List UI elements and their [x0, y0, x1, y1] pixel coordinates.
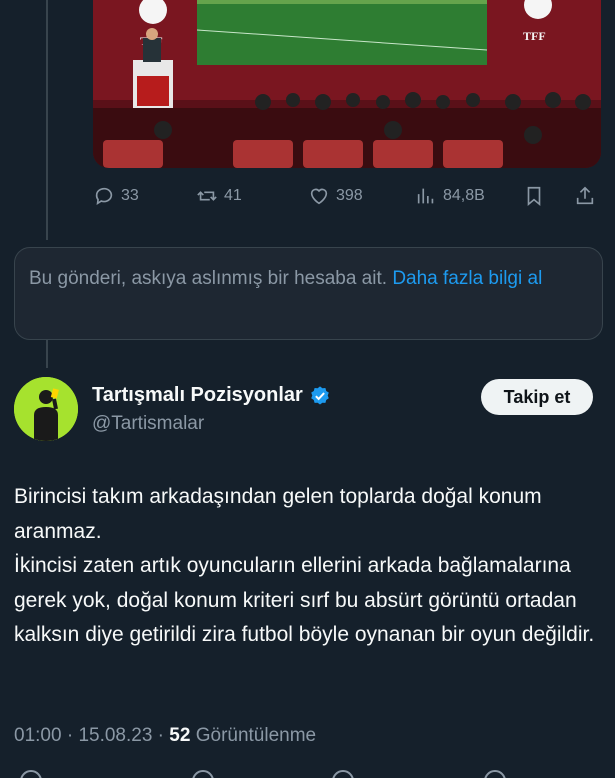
author-handle[interactable]: @Tartismalar	[92, 413, 204, 435]
learn-more-link[interactable]: Daha fazla bilgi al	[392, 268, 542, 289]
avatar[interactable]	[14, 377, 78, 441]
bookmark-icon	[527, 186, 541, 207]
views-button[interactable]: 84,8B	[415, 185, 485, 207]
share-icon[interactable]	[484, 770, 506, 778]
tweet-time[interactable]: 01:00	[14, 725, 62, 746]
referee-avatar-icon	[14, 377, 78, 441]
reply-icon[interactable]	[20, 770, 42, 778]
share-button[interactable]	[574, 185, 596, 207]
heart-icon[interactable]	[332, 770, 354, 778]
views-count-bold: 52	[169, 725, 191, 746]
views-label: Görüntülenme	[195, 725, 317, 746]
author-name[interactable]: Tartışmalı Pozisyonlar	[92, 384, 331, 407]
verified-badge-icon	[309, 385, 331, 407]
thread-line	[46, 340, 48, 368]
repost-icon	[197, 191, 217, 201]
notice-text: Bu gönderi, askıya aslınmış bir hesaba a…	[29, 268, 388, 289]
share-icon	[576, 186, 594, 205]
tweet-meta: 01:00 · 15.08.23 · 52 Görüntülenme	[14, 725, 317, 746]
repost-count: 41	[224, 187, 242, 204]
logo-right-text: TFF	[523, 29, 546, 43]
reply-button[interactable]: 33	[93, 185, 139, 207]
bookmark-button[interactable]	[523, 185, 545, 207]
like-button[interactable]: 398	[308, 185, 363, 207]
thread-line	[46, 0, 48, 240]
reply-icon	[95, 187, 113, 205]
analytics-icon	[417, 188, 434, 204]
heart-icon	[310, 188, 328, 205]
tweet-media-image[interactable]: TFF TFF	[93, 0, 601, 168]
follow-button[interactable]: Takip et	[481, 379, 593, 415]
tweet-text: Birincisi takım arkadaşından gelen topla…	[14, 480, 604, 653]
tweet-paragraph: Birincisi takım arkadaşından gelen topla…	[14, 485, 542, 543]
tweet-action-bar: 33 41 398 84,8B	[93, 180, 601, 212]
bottom-action-strip	[14, 770, 604, 778]
author-display-name: Tartışmalı Pozisyonlar	[92, 384, 303, 406]
suspended-account-notice: Bu gönderi, askıya aslınmış bir hesaba a…	[14, 247, 603, 340]
views-count: 84,8B	[443, 187, 485, 204]
repost-button[interactable]: 41	[196, 185, 242, 207]
tweet-paragraph: İkincisi zaten artık oyuncuların ellerin…	[14, 554, 595, 646]
reply-count: 33	[121, 187, 139, 204]
tweet-date[interactable]: 15.08.23	[78, 725, 152, 746]
like-count: 398	[336, 187, 363, 204]
repost-icon[interactable]	[192, 770, 214, 778]
